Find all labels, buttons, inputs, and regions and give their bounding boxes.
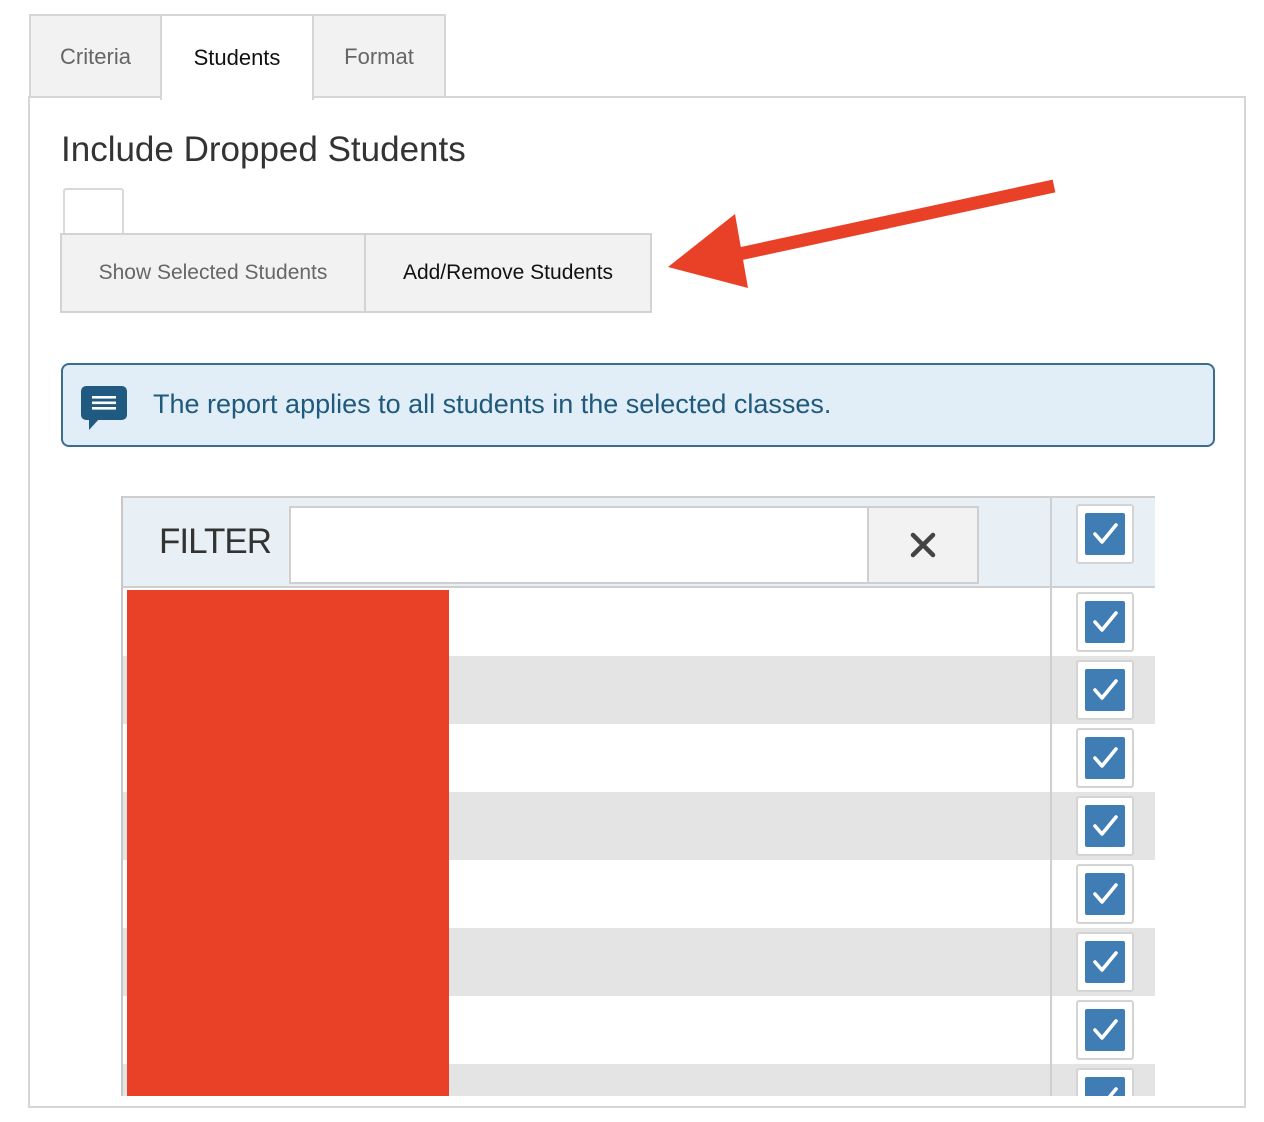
add-remove-students-button[interactable]: Add/Remove Students bbox=[364, 233, 652, 313]
students-grid: FILTER bbox=[121, 496, 1155, 1096]
report-page: Criteria Students Format Include Dropped… bbox=[0, 0, 1264, 1122]
filter-row: FILTER bbox=[123, 496, 1155, 588]
checkmark-icon bbox=[1093, 611, 1118, 632]
clear-filter-button[interactable] bbox=[867, 506, 979, 584]
row-checkbox[interactable] bbox=[1076, 1068, 1134, 1096]
checkmark-icon bbox=[1093, 523, 1118, 544]
checkmark-icon bbox=[1093, 883, 1118, 904]
checkbox-checked bbox=[1085, 601, 1125, 643]
checkbox-checked bbox=[1085, 513, 1125, 555]
checkmark-icon bbox=[1093, 815, 1118, 836]
checkmark-icon bbox=[1093, 1019, 1118, 1040]
checkbox-checked bbox=[1085, 805, 1125, 847]
filter-label: FILTER bbox=[159, 522, 272, 561]
checkbox-checked bbox=[1085, 873, 1125, 915]
row-checkbox[interactable] bbox=[1076, 796, 1134, 856]
row-checkbox[interactable] bbox=[1076, 932, 1134, 992]
show-selected-students-button[interactable]: Show Selected Students bbox=[60, 233, 366, 313]
section-title: Include Dropped Students bbox=[61, 130, 466, 169]
row-checkbox[interactable] bbox=[1076, 592, 1134, 652]
checkbox-checked bbox=[1085, 737, 1125, 779]
message-icon bbox=[81, 386, 127, 430]
include-dropped-checkbox[interactable] bbox=[63, 188, 124, 236]
tab-criteria[interactable]: Criteria bbox=[29, 14, 162, 98]
row-checkbox[interactable] bbox=[1076, 660, 1134, 720]
redacted-student-names bbox=[127, 590, 449, 1096]
column-divider bbox=[1050, 496, 1052, 1096]
row-checkbox[interactable] bbox=[1076, 728, 1134, 788]
close-icon bbox=[910, 532, 936, 558]
checkbox-checked bbox=[1085, 941, 1125, 983]
students-panel: Include Dropped Students Show Selected S… bbox=[28, 96, 1246, 1108]
checkmark-icon bbox=[1093, 679, 1118, 700]
checkmark-icon bbox=[1107, 1087, 1118, 1096]
checkmark-icon bbox=[1093, 747, 1118, 768]
filter-input[interactable] bbox=[289, 506, 869, 584]
tab-format[interactable]: Format bbox=[312, 14, 446, 98]
info-message: The report applies to all students in th… bbox=[153, 389, 832, 419]
checkbox-checked bbox=[1085, 1077, 1125, 1096]
tab-students[interactable]: Students bbox=[160, 14, 314, 100]
checkbox-checked bbox=[1085, 1009, 1125, 1051]
row-checkbox[interactable] bbox=[1076, 864, 1134, 924]
checkbox-checked bbox=[1085, 669, 1125, 711]
checkmark-icon bbox=[1093, 951, 1118, 972]
row-checkbox[interactable] bbox=[1076, 1000, 1134, 1060]
info-alert: The report applies to all students in th… bbox=[61, 363, 1215, 447]
select-all-checkbox[interactable] bbox=[1076, 504, 1134, 564]
